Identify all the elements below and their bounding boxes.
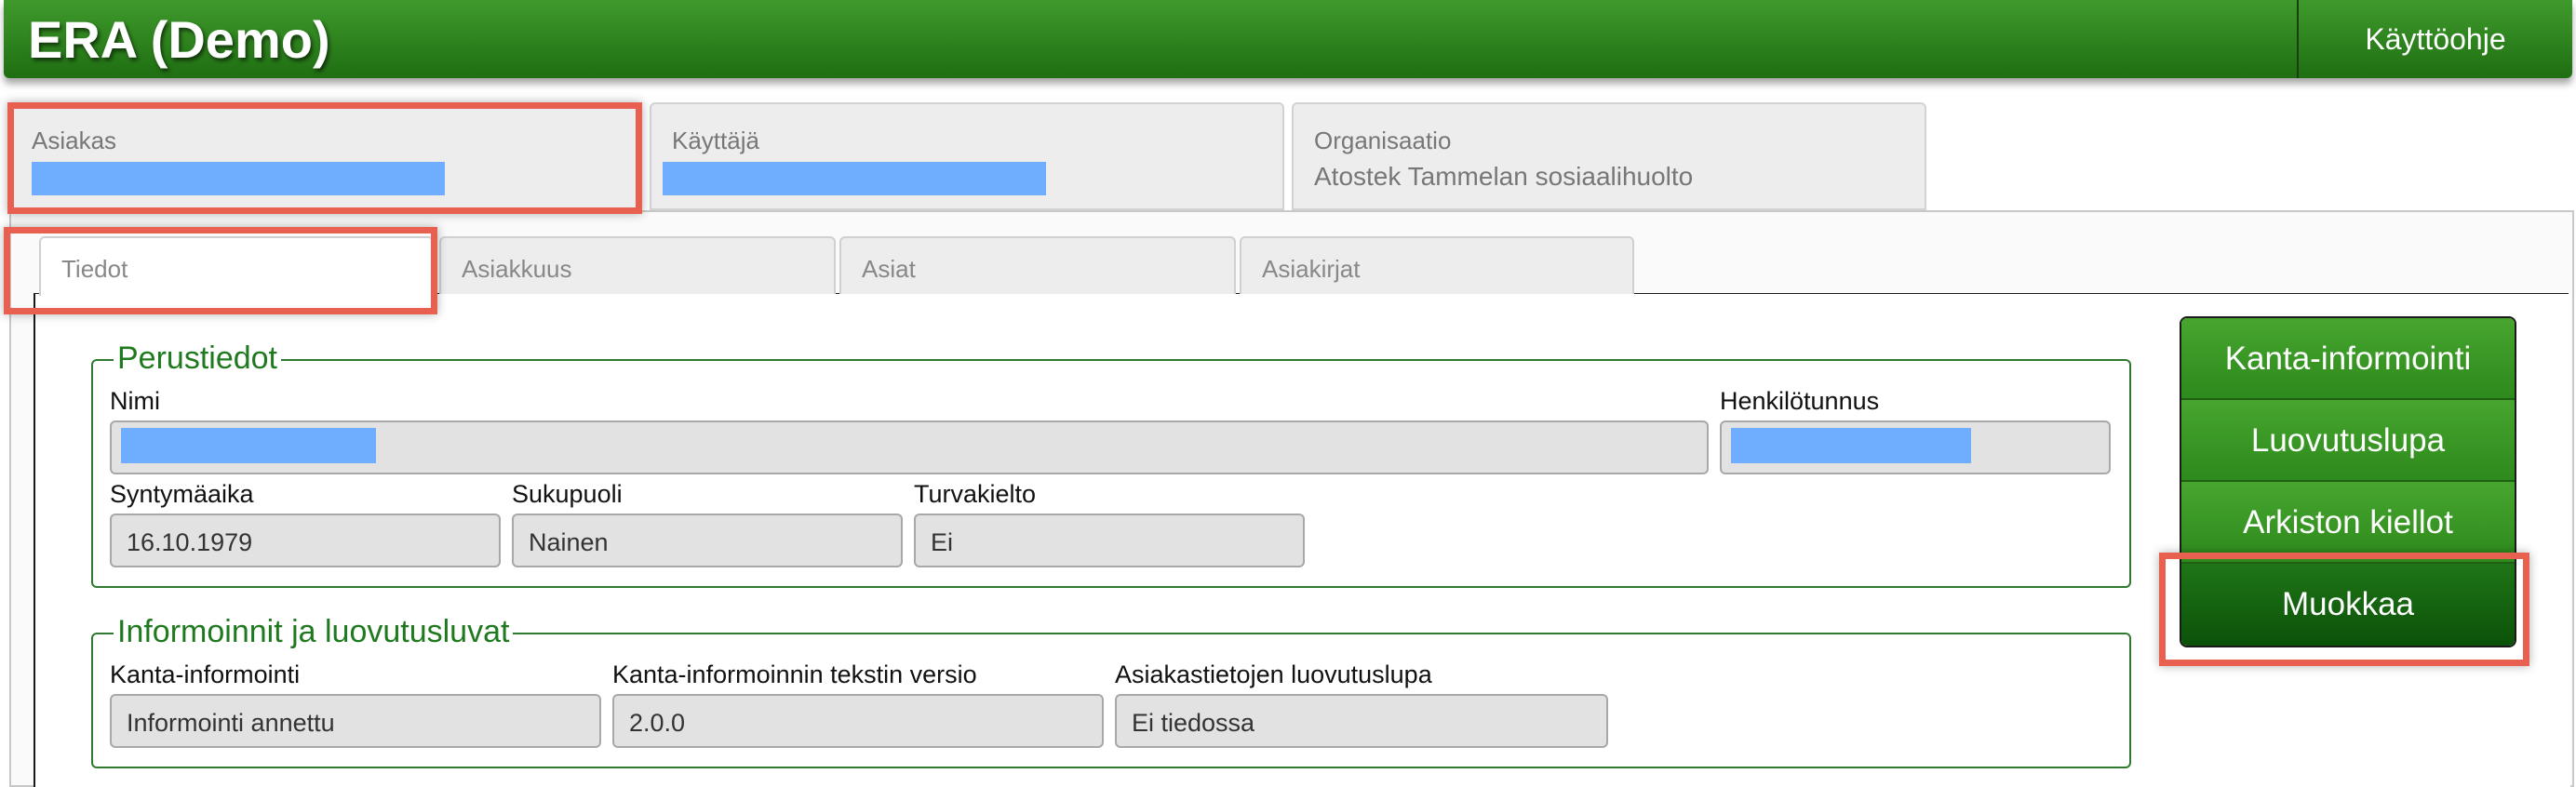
nimi-label: Nimi: [110, 387, 160, 415]
redacted-nimi: [121, 428, 376, 463]
syntymaaika-field: 16.10.1979: [110, 514, 501, 567]
context-kayttaja: Käyttäjä: [650, 102, 1284, 210]
kanta-informointi-field: Informointi annettu: [110, 694, 601, 748]
context-organisaatio: Organisaatio Atostek Tammelan sosiaalihu…: [1292, 102, 1926, 210]
luovutuslupa-label: Asiakastietojen luovutuslupa: [1115, 660, 1432, 688]
app-header: ERA (Demo) Käyttöohje: [4, 0, 2572, 78]
context-organisaatio-value: Atostek Tammelan sosiaalihuolto: [1314, 162, 1694, 191]
luovutuslupa-button[interactable]: Luovutuslupa: [2181, 400, 2515, 482]
highlight-muokkaa: [2159, 553, 2529, 666]
turvakielto-field: Ei: [914, 514, 1305, 567]
syntymaaika-label: Syntymäaika: [110, 480, 254, 508]
hetu-field: [1720, 420, 2111, 474]
sukupuoli-field: Nainen: [512, 514, 903, 567]
context-organisaatio-label: Organisaatio: [1314, 127, 1452, 154]
highlight-tiedot-tab: [4, 227, 437, 314]
tab-asiat[interactable]: Asiat: [839, 236, 1236, 294]
informoinnit-legend: Informoinnit ja luovutusluvat: [114, 614, 514, 650]
versio-field: 2.0.0: [612, 694, 1104, 748]
redacted-hetu: [1731, 428, 1971, 463]
help-link[interactable]: Käyttöohje: [2299, 0, 2572, 78]
kanta-informointi-label: Kanta-informointi: [110, 660, 301, 688]
hetu-label: Henkilötunnus: [1720, 387, 1880, 415]
perustiedot-legend: Perustiedot: [114, 340, 281, 377]
sukupuoli-label: Sukupuoli: [512, 480, 623, 508]
arkiston-kiellot-button[interactable]: Arkiston kiellot: [2181, 482, 2515, 564]
nimi-field: [110, 420, 1709, 474]
redacted-kayttaja-name: [663, 162, 1046, 195]
tab-asiakirjat[interactable]: Asiakirjat: [1240, 236, 1634, 294]
app-title: ERA (Demo): [28, 10, 330, 69]
versio-label: Kanta-informoinnin tekstin versio: [612, 660, 977, 688]
highlight-asiakas: [7, 102, 642, 214]
context-kayttaja-label: Käyttäjä: [672, 127, 759, 154]
kanta-informointi-button[interactable]: Kanta-informointi: [2181, 318, 2515, 400]
luovutuslupa-field: Ei tiedossa: [1115, 694, 1608, 748]
turvakielto-label: Turvakielto: [914, 480, 1037, 508]
tab-asiakkuus[interactable]: Asiakkuus: [439, 236, 836, 294]
